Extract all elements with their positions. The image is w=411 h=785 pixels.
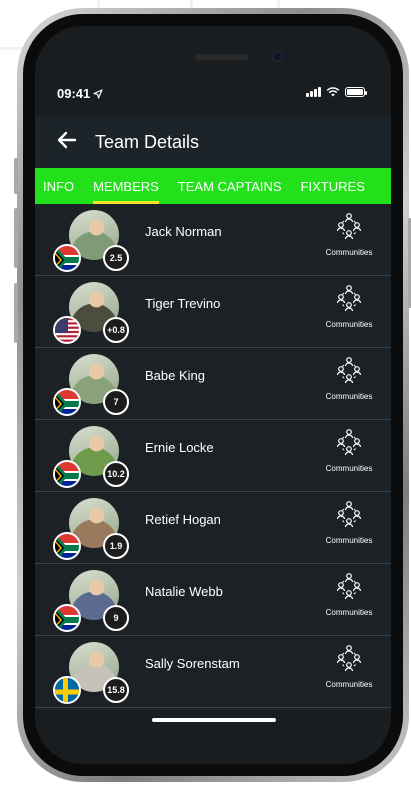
member-row[interactable]: 10.2 Ernie Locke Communities (35, 420, 391, 492)
member-name: Natalie Webb (145, 584, 223, 599)
member-name: Ernie Locke (145, 440, 214, 455)
phone-bezel: 09:41 Team Details INFO MEMBERS TEAM CAP… (23, 14, 403, 776)
communities-icon (334, 572, 364, 607)
handicap-badge: 2.5 (103, 245, 129, 271)
country-flag-icon (53, 316, 81, 344)
phone-frame: 09:41 Team Details INFO MEMBERS TEAM CAP… (14, 8, 411, 782)
phone-side-button (14, 158, 18, 194)
communities-button[interactable]: Communities (317, 644, 381, 689)
communities-icon (334, 428, 364, 463)
country-flag-icon (53, 604, 81, 632)
member-row[interactable]: 15.8 Sally Sorenstam Communities (35, 636, 391, 708)
home-indicator[interactable] (152, 718, 276, 722)
country-flag-icon (53, 676, 81, 704)
communities-label: Communities (325, 320, 373, 329)
status-area: 09:41 (35, 26, 391, 116)
handicap-badge: +0.8 (103, 317, 129, 343)
handicap-badge: 1.9 (103, 533, 129, 559)
communities-label: Communities (325, 248, 373, 257)
cellular-signal-icon (306, 87, 321, 97)
member-name: Jack Norman (145, 224, 222, 239)
status-time: 09:41 (57, 86, 103, 101)
member-row[interactable]: 9 Natalie Webb Communities (35, 564, 391, 636)
back-arrow-icon[interactable] (57, 131, 77, 153)
phone-volume-button (14, 208, 18, 268)
speaker-grille (195, 54, 249, 60)
front-camera (272, 51, 283, 62)
member-name: Retief Hogan (145, 512, 221, 527)
country-flag-icon (53, 460, 81, 488)
communities-button[interactable]: Communities (317, 428, 381, 473)
communities-label: Communities (325, 392, 373, 401)
country-flag-icon (53, 244, 81, 272)
communities-icon (334, 212, 364, 247)
app-header: Team Details (35, 116, 391, 168)
member-row[interactable]: 1.9 Retief Hogan Communities (35, 492, 391, 564)
member-row[interactable]: 2.5 Jack Norman Communities (35, 204, 391, 276)
members-list: 2.5 Jack Norman Communities +0.8 Tiger T… (35, 204, 391, 764)
handicap-badge: 9 (103, 605, 129, 631)
location-arrow-icon (93, 88, 103, 99)
communities-icon (334, 356, 364, 391)
app-screen: 09:41 Team Details INFO MEMBERS TEAM CAP… (35, 26, 391, 764)
member-name: Sally Sorenstam (145, 656, 240, 671)
member-row[interactable]: 7 Babe King Communities (35, 348, 391, 420)
clock-text: 09:41 (57, 86, 91, 101)
page-title: Team Details (95, 131, 200, 152)
communities-icon (334, 284, 364, 319)
phone-volume-button (14, 283, 18, 343)
communities-label: Communities (325, 608, 373, 617)
member-row[interactable]: +0.8 Tiger Trevino Communities (35, 276, 391, 348)
handicap-badge: 7 (103, 389, 129, 415)
country-flag-icon (53, 532, 81, 560)
tab-bar: INFO MEMBERS TEAM CAPTAINS FIXTURES (35, 168, 391, 204)
handicap-badge: 10.2 (103, 461, 129, 487)
wifi-icon (326, 87, 340, 97)
communities-icon (334, 500, 364, 535)
country-flag-icon (53, 388, 81, 416)
tab-team-captains[interactable]: TEAM CAPTAINS (178, 168, 282, 204)
communities-icon (334, 644, 364, 679)
tab-fixtures[interactable]: FIXTURES (301, 168, 365, 204)
tab-info[interactable]: INFO (43, 168, 74, 204)
communities-label: Communities (325, 464, 373, 473)
communities-button[interactable]: Communities (317, 356, 381, 401)
communities-label: Communities (325, 536, 373, 545)
member-name: Babe King (145, 368, 205, 383)
battery-icon (345, 87, 367, 97)
member-name: Tiger Trevino (145, 296, 221, 311)
communities-button[interactable]: Communities (317, 572, 381, 617)
status-icons (306, 87, 367, 97)
communities-label: Communities (325, 680, 373, 689)
communities-button[interactable]: Communities (317, 284, 381, 329)
tab-members[interactable]: MEMBERS (93, 168, 159, 204)
handicap-badge: 15.8 (103, 677, 129, 703)
communities-button[interactable]: Communities (317, 212, 381, 257)
communities-button[interactable]: Communities (317, 500, 381, 545)
